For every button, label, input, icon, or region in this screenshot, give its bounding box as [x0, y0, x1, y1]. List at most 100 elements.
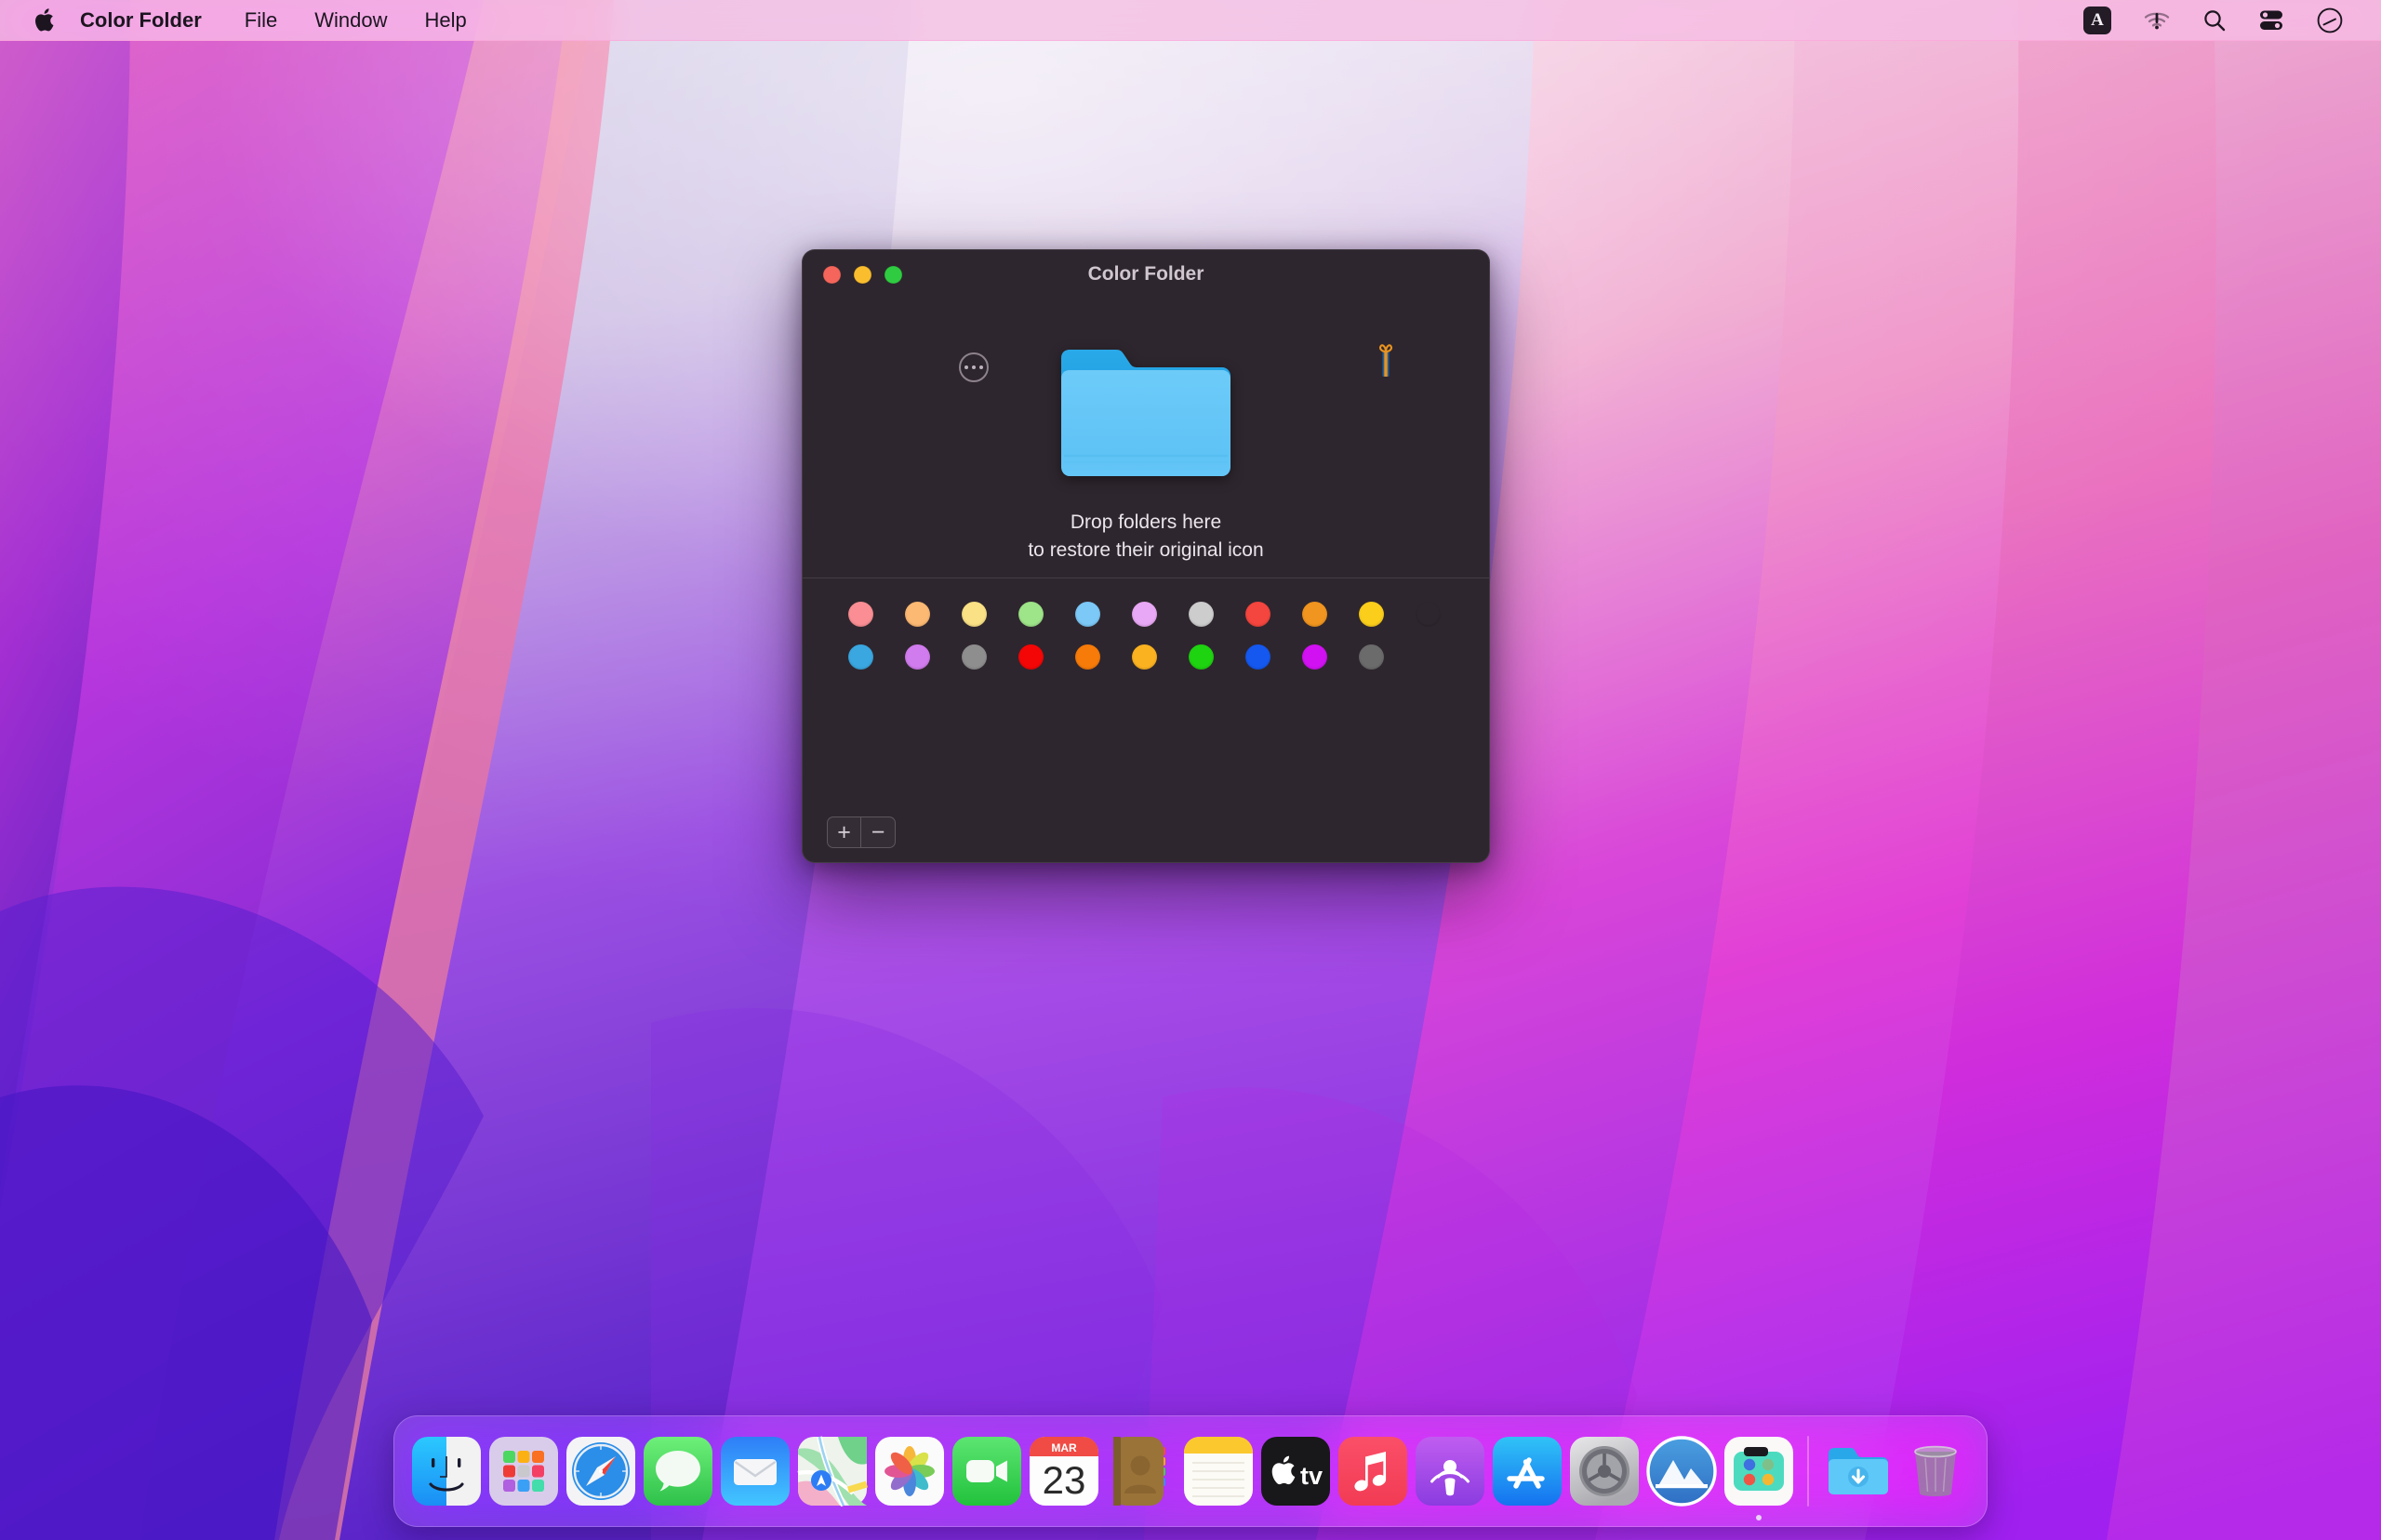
ellipsis-dot [978, 365, 984, 370]
swatch-deep-orange[interactable] [1075, 644, 1100, 670]
dock-item-finder[interactable] [407, 1415, 485, 1527]
dock-item-notes[interactable] [1179, 1415, 1257, 1527]
close-button[interactable] [823, 265, 841, 284]
dock-separator [1807, 1436, 1809, 1507]
menu-bar: Color Folder File Window Help A [0, 0, 2381, 41]
swatch-amber[interactable] [1132, 644, 1157, 670]
ellipsis-dot [971, 365, 977, 370]
swatch-cell[interactable] [1116, 642, 1173, 673]
swatch-pastel-green[interactable] [1018, 602, 1044, 628]
swatch-pastel-orange[interactable] [905, 602, 930, 628]
swatch-gray[interactable] [962, 644, 987, 670]
dock-item-color-folder[interactable] [1720, 1415, 1797, 1527]
swatch-cell[interactable] [1059, 642, 1116, 673]
swatch-cell[interactable] [1116, 599, 1173, 631]
swatch-cell[interactable] [889, 599, 946, 631]
menu-item-file[interactable]: File [226, 7, 296, 34]
swatch-cell[interactable] [1343, 599, 1400, 631]
swatch-cell[interactable] [1230, 642, 1286, 673]
swatch-cell[interactable] [1343, 642, 1400, 673]
menu-item-help[interactable]: Help [406, 7, 485, 34]
swatch-cell[interactable] [1286, 599, 1343, 631]
swatch-cell[interactable] [1230, 599, 1286, 631]
menu-item-window[interactable]: Window [296, 7, 406, 34]
minimize-button[interactable] [854, 265, 871, 284]
apple-tv-icon: tv [1260, 1437, 1330, 1506]
dock-item-system-preferences[interactable] [1565, 1415, 1643, 1527]
swatch-dark-gray[interactable] [1359, 644, 1384, 670]
wifi-alert-icon[interactable] [2143, 0, 2171, 41]
mountains-app-icon [1645, 1436, 1717, 1507]
swatch-blue[interactable] [848, 644, 873, 670]
window-title-bar[interactable]: Color Folder [803, 250, 1489, 299]
dock-item-launchpad[interactable] [485, 1415, 562, 1527]
swatch-cell[interactable] [1400, 599, 1457, 631]
swatch-cell[interactable] [1003, 642, 1059, 673]
swatch-orange[interactable] [1302, 602, 1327, 628]
swatch-pastel-yellow[interactable] [962, 602, 987, 628]
messages-icon [643, 1437, 712, 1506]
mail-icon [720, 1437, 790, 1506]
add-color-button[interactable]: + [828, 817, 861, 847]
swatch-cell[interactable] [1173, 599, 1230, 631]
dock-item-mail[interactable] [716, 1415, 793, 1527]
swatch-orchid[interactable] [905, 644, 930, 670]
maximize-button[interactable] [885, 265, 902, 284]
swatch-cell[interactable] [946, 599, 1003, 631]
swatch-cell[interactable] [946, 642, 1003, 673]
add-remove-segmented-control[interactable]: + − [827, 816, 896, 848]
dock-item-downloads-folder[interactable] [1819, 1415, 1896, 1527]
swatch-red[interactable] [1245, 602, 1270, 628]
folder-preview[interactable] [803, 299, 1489, 483]
swatch-pure-red[interactable] [1018, 644, 1044, 670]
swatch-bright-green[interactable] [1189, 644, 1214, 670]
dock-item-mountains-app[interactable] [1643, 1415, 1720, 1527]
dock-item-photos[interactable] [871, 1415, 948, 1527]
swatch-cell[interactable] [1003, 599, 1059, 631]
swatch-cell[interactable] [1173, 642, 1230, 673]
color-folder-window[interactable]: Color Folder Drop folders here to restor… [802, 249, 1490, 863]
swatch-cell[interactable] [832, 642, 889, 673]
dock-item-podcasts[interactable] [1411, 1415, 1488, 1527]
swatch-cell[interactable] [832, 599, 889, 631]
calendar-month: MAR [1051, 1441, 1077, 1454]
app-store-icon [1492, 1437, 1562, 1506]
dock: MAR 23 tv [393, 1415, 1988, 1527]
swatch-cell[interactable] [889, 642, 946, 673]
window-footer-toolbar: + − [803, 803, 1489, 862]
apple-logo-icon[interactable] [28, 0, 60, 41]
swatch-light-gray[interactable] [1189, 602, 1214, 628]
input-source-icon[interactable]: A [2083, 0, 2111, 41]
remove-color-button[interactable]: − [861, 817, 895, 847]
folder-drop-area[interactable]: Drop folders here to restore their origi… [803, 299, 1489, 578]
swatch-pastel-blue[interactable] [1075, 602, 1100, 628]
ellipsis-dot [964, 365, 969, 370]
swatch-magenta[interactable] [1302, 644, 1327, 670]
dock-item-facetime[interactable] [948, 1415, 1025, 1527]
swatch-bright-blue[interactable] [1245, 644, 1270, 670]
gift-icon[interactable] [1372, 343, 1400, 378]
dock-item-contacts[interactable] [1102, 1415, 1179, 1527]
swatch-pastel-pink[interactable] [848, 602, 873, 628]
dock-item-appstore[interactable] [1488, 1415, 1565, 1527]
downloads-folder-icon [1828, 1448, 1888, 1494]
dock-item-appletv[interactable]: tv [1257, 1415, 1334, 1527]
swatch-yellow[interactable] [1359, 602, 1384, 628]
running-indicator-dot [1755, 1515, 1762, 1520]
spotlight-search-icon[interactable] [2202, 0, 2227, 41]
siri-icon[interactable] [2316, 0, 2344, 41]
swatch-cell[interactable] [1286, 642, 1343, 673]
swatch-pastel-purple[interactable] [1132, 602, 1157, 628]
menu-app-name[interactable]: Color Folder [80, 7, 226, 34]
swatch-green[interactable] [1416, 602, 1441, 627]
control-center-icon[interactable] [2258, 0, 2284, 41]
dock-item-messages[interactable] [639, 1415, 716, 1527]
dock-item-safari[interactable] [562, 1415, 639, 1527]
dock-item-music[interactable] [1334, 1415, 1411, 1527]
more-options-icon[interactable] [959, 352, 989, 382]
dock-item-maps[interactable] [793, 1415, 871, 1527]
trash-icon [1913, 1445, 1957, 1496]
dock-item-trash[interactable] [1896, 1415, 1974, 1527]
dock-item-calendar[interactable]: MAR 23 [1025, 1415, 1102, 1527]
swatch-cell[interactable] [1059, 599, 1116, 631]
